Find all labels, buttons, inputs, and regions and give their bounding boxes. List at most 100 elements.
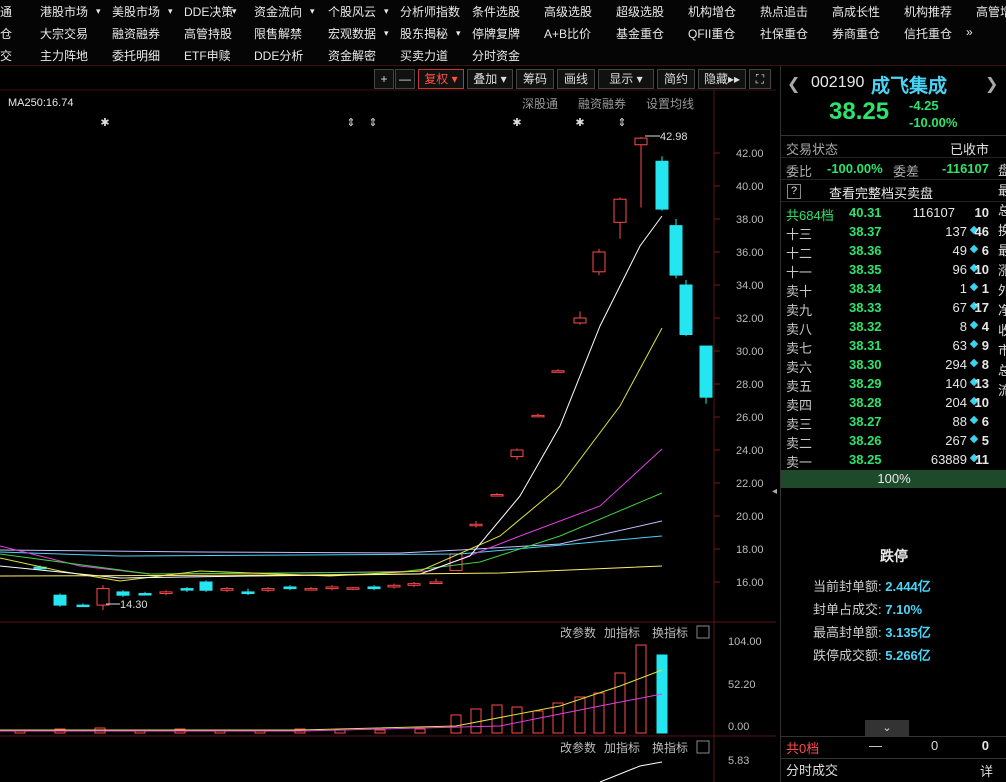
ask-volume: 49 xyxy=(952,243,967,258)
menu-row2-item-9[interactable]: 基金重仓 xyxy=(616,25,664,42)
ask-row[interactable]: 十二 38.36 49 6 xyxy=(781,242,1006,261)
menu-row1-item-3[interactable]: DDE决策 xyxy=(184,3,233,20)
limit-info-row: 封单占成交: 7.10% xyxy=(813,599,922,618)
ask-level: 卖九 xyxy=(786,303,813,318)
limit-info-label: 封单占成交: xyxy=(813,602,882,617)
menu-row1-item-2[interactable]: 美股市场 xyxy=(112,3,160,20)
ask-count: 10 xyxy=(974,262,989,277)
menu-row2-item-12[interactable]: 券商重仓 xyxy=(832,25,880,42)
menu-row1-item-8[interactable]: 高级选股 xyxy=(544,3,592,20)
ask-row[interactable]: 十三 38.37 137 46 xyxy=(781,223,1006,242)
menu-row1-item-1[interactable]: 港股市场 xyxy=(40,3,88,20)
volume-bar xyxy=(635,644,647,734)
menu-row1-item-13[interactable]: 机构推荐 xyxy=(904,3,952,20)
menu-row2-item-14[interactable]: » xyxy=(966,25,973,39)
ask-row[interactable]: 卖十 38.34 1 1 xyxy=(781,280,1006,299)
weibi-label: 委比 xyxy=(786,164,813,179)
next-stock-icon[interactable]: ❯ xyxy=(985,74,998,94)
menu-row2-item-2[interactable]: 融资融券 xyxy=(112,25,160,42)
ask-row[interactable]: 卖八 38.32 8 4 xyxy=(781,318,1006,337)
menu-row2-item-10[interactable]: QFII重仓 xyxy=(688,25,735,42)
ask-level: 卖三 xyxy=(786,417,813,432)
menu-row1-item-11[interactable]: 热点追击 xyxy=(760,3,808,20)
candle-body xyxy=(325,586,339,590)
menu-row1-item-12[interactable]: 高成长性 xyxy=(832,3,880,20)
vol-switch-indicator-link: 换指标 xyxy=(652,625,688,640)
side-label: 流 xyxy=(998,383,1006,398)
menu-row-3: 交 主力阵地 委托明细 ETF申赎 DDE分析 资金解密 买卖力道 分时资金 xyxy=(0,44,1006,66)
detail-button[interactable]: 详 xyxy=(980,761,993,780)
menu-row2-item-7[interactable]: 停牌复牌 xyxy=(472,25,520,42)
volume-bar xyxy=(450,714,462,734)
volume-bar xyxy=(593,692,605,734)
diamond-icon xyxy=(969,244,979,254)
menu-row3-item-4[interactable]: DDE分析 xyxy=(254,47,303,64)
menu-row3-item-3[interactable]: ETF申赎 xyxy=(184,47,231,64)
menu-row1-item-5[interactable]: 个股风云 xyxy=(328,3,376,20)
menu-row-2: 仓 大宗交易 融资融券 高管持股 限售解禁 宏观数据 ▾ 股东揭秘 ▾ 停牌复牌 A+B比价 基金重仓… xyxy=(0,22,1006,44)
candle-body xyxy=(669,225,683,276)
ask-volume: 96 xyxy=(952,262,967,277)
menu-row2-item-13[interactable]: 信托重仓 xyxy=(904,25,952,42)
y-tick-label: 40.00 xyxy=(736,181,764,193)
ask-row[interactable]: 卖九 38.33 67 17 xyxy=(781,299,1006,318)
vol-axis-label: 52.20 xyxy=(728,679,756,691)
time-sales-row[interactable]: 分时成交 详 xyxy=(781,758,1006,780)
side-label: 盘 xyxy=(998,163,1006,178)
menu-row1-item-6[interactable]: 分析师指数 xyxy=(400,3,460,20)
chevron-down-icon[interactable]: ⌄ xyxy=(865,720,909,736)
ask-price: 38.32 xyxy=(849,319,882,334)
ask-level: 十二 xyxy=(786,246,813,261)
menu-row1-item-9[interactable]: 超级选股 xyxy=(616,3,664,20)
candle-body xyxy=(429,581,443,584)
menu-row3-item-5[interactable]: 资金解密 xyxy=(328,47,376,64)
top-menu-bar: 通港股市场 ▾ 美股市场 ▾ DDE决策 ▾ 资金流向 ▾ 个股风云 ▾ 分析师指数 条件选股 高级选股… xyxy=(0,0,1006,66)
menu-row3-item-0[interactable]: 交 xyxy=(0,47,12,64)
menu-row1-item-4[interactable]: 资金流向 xyxy=(254,3,302,20)
menu-row2-item-3[interactable]: 高管持股 xyxy=(184,25,232,42)
ask-row[interactable]: 十一 38.35 96 10 xyxy=(781,261,1006,280)
menu-row2-item-6[interactable]: 股东揭秘 xyxy=(400,25,448,42)
ask-row[interactable]: 卖四 38.28 204 10 xyxy=(781,394,1006,413)
ask-price: 38.34 xyxy=(849,281,882,296)
ask-price: 38.35 xyxy=(849,262,882,277)
collapse-handle-icon[interactable]: ◂ xyxy=(772,486,778,498)
weibi-value: -100.00% xyxy=(827,161,883,176)
limit-info-label: 跌停成交额: xyxy=(813,648,882,663)
menu-row3-item-1[interactable]: 主力阵地 xyxy=(40,47,88,64)
ask-row[interactable]: 卖七 38.31 63 9 xyxy=(781,337,1006,356)
ask-row[interactable]: 卖三 38.27 88 6 xyxy=(781,413,1006,432)
prev-stock-icon[interactable]: ❮ xyxy=(787,74,800,94)
menu-row2-item-1[interactable]: 大宗交易 xyxy=(40,25,88,42)
candle-body xyxy=(387,584,401,588)
ask-count: 13 xyxy=(974,376,989,391)
chevron-down-icon: ▾ xyxy=(384,28,389,38)
ask-row[interactable]: 卖六 38.30 294 8 xyxy=(781,356,1006,375)
ask-count: 8 xyxy=(981,357,989,372)
vol-axis-label: 0.00 xyxy=(728,721,749,733)
ask-row[interactable]: 卖二 38.26 267 5 xyxy=(781,432,1006,451)
bid-total-label: 共0档 xyxy=(786,741,820,756)
menu-row3-item-6[interactable]: 买卖力道 xyxy=(400,47,448,64)
menu-row2-item-11[interactable]: 社保重仓 xyxy=(760,25,808,42)
ask-level: 卖七 xyxy=(786,341,813,356)
menu-row1-item-10[interactable]: 机构增仓 xyxy=(688,3,736,20)
diamond-icon xyxy=(969,339,979,349)
candle-body xyxy=(551,370,565,373)
menu-row1-item-7[interactable]: 条件选股 xyxy=(472,3,520,20)
menu-row2-item-5[interactable]: 宏观数据 xyxy=(328,25,376,42)
ind-add-indicator-link: 加指标 xyxy=(604,740,640,755)
side-label: 市 xyxy=(998,343,1006,358)
menu-row2-item-0[interactable]: 仓 xyxy=(0,25,12,42)
menu-row1-item-14[interactable]: 高管增 xyxy=(976,3,1006,20)
menu-row3-item-7[interactable]: 分时资金 xyxy=(472,47,520,64)
menu-row2-item-4[interactable]: 限售解禁 xyxy=(254,25,302,42)
full-book-button[interactable]: ? 查看完整档买卖盘 xyxy=(781,182,1006,202)
menu-row3-item-2[interactable]: 委托明细 xyxy=(112,47,160,64)
low-label: 14.30 xyxy=(120,599,148,611)
menu-row2-item-8[interactable]: A+B比价 xyxy=(544,25,591,42)
side-label: 总 xyxy=(998,203,1006,218)
ask-row[interactable]: 卖一 38.25 63889 11 xyxy=(781,451,1006,470)
menu-row1-item-0[interactable]: 通 xyxy=(0,3,12,20)
ask-row[interactable]: 卖五 38.29 140 13 xyxy=(781,375,1006,394)
